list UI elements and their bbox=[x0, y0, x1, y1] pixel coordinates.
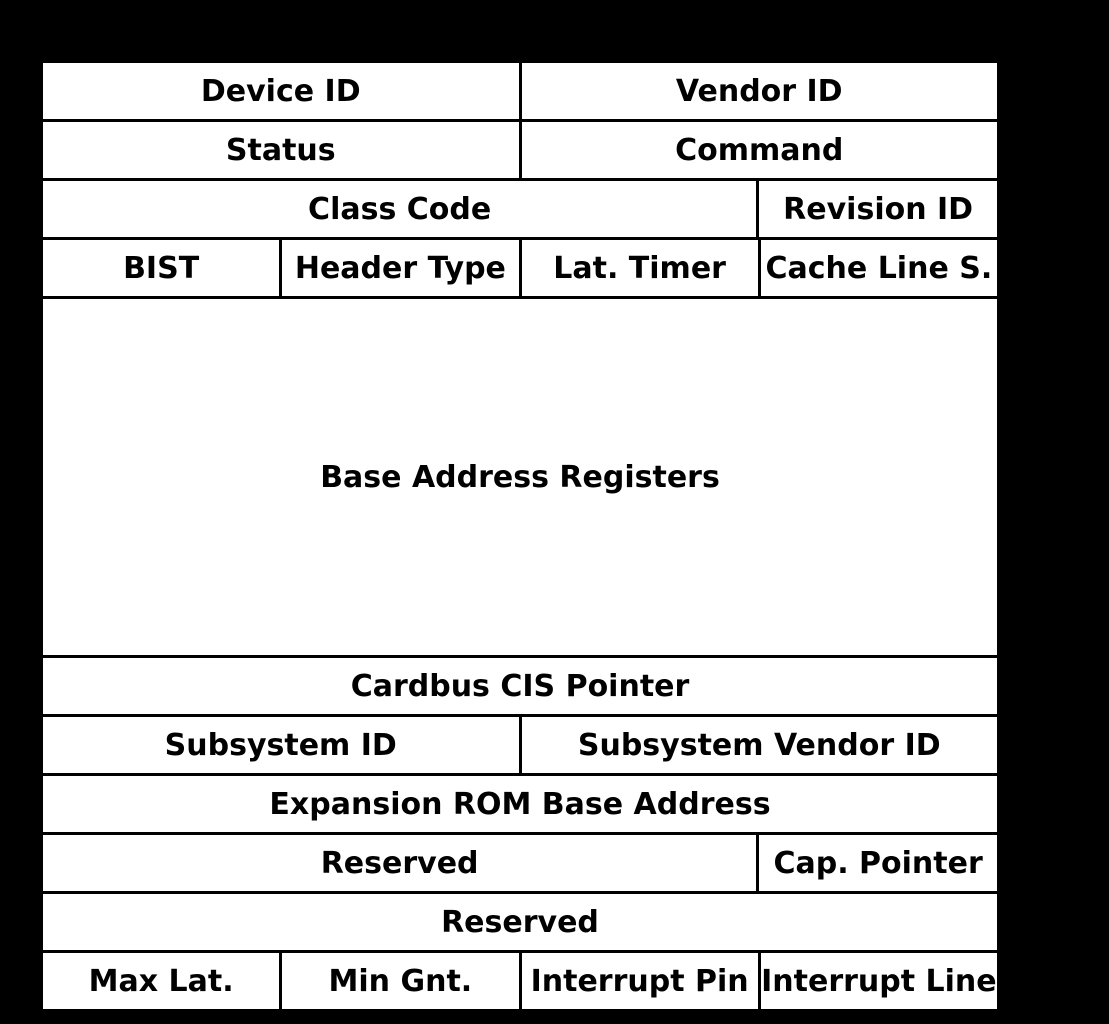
register-row: Expansion ROM Base Address bbox=[40, 776, 1000, 835]
register-cell: Cardbus CIS Pointer bbox=[40, 655, 1000, 717]
register-cell: Subsystem ID bbox=[40, 714, 522, 776]
register-cell: Max Lat. bbox=[40, 950, 282, 1012]
register-row: Class CodeRevision ID bbox=[40, 181, 1000, 240]
register-cell: Cap. Pointer bbox=[756, 832, 1000, 894]
register-row: ReservedCap. Pointer bbox=[40, 835, 1000, 894]
register-cell: Revision ID bbox=[756, 178, 1000, 240]
register-row: Cardbus CIS Pointer bbox=[40, 658, 1000, 717]
register-row: StatusCommand bbox=[40, 122, 1000, 181]
register-row: Device IDVendor ID bbox=[40, 60, 1000, 122]
register-cell: Vendor ID bbox=[519, 60, 1001, 122]
register-cell: BIST bbox=[40, 237, 282, 299]
register-cell: Interrupt Line bbox=[758, 950, 1000, 1012]
register-cell: Status bbox=[40, 119, 522, 181]
register-cell: Command bbox=[519, 119, 1001, 181]
register-row: Reserved bbox=[40, 894, 1000, 953]
register-cell: Reserved bbox=[40, 832, 759, 894]
register-row: Base Address Registers bbox=[40, 299, 1000, 658]
register-cell: Expansion ROM Base Address bbox=[40, 773, 1000, 835]
register-cell: Min Gnt. bbox=[279, 950, 521, 1012]
register-cell: Class Code bbox=[40, 178, 759, 240]
register-cell: Cache Line S. bbox=[758, 237, 1000, 299]
register-cell: Device ID bbox=[40, 60, 522, 122]
register-row: Max Lat.Min Gnt.Interrupt PinInterrupt L… bbox=[40, 953, 1000, 1012]
register-row: BISTHeader TypeLat. TimerCache Line S. bbox=[40, 240, 1000, 299]
register-cell: Interrupt Pin bbox=[519, 950, 761, 1012]
register-row: Subsystem IDSubsystem Vendor ID bbox=[40, 717, 1000, 776]
pci-config-header-diagram: Device IDVendor IDStatusCommandClass Cod… bbox=[40, 60, 1000, 1012]
register-cell: Lat. Timer bbox=[519, 237, 761, 299]
register-cell: Reserved bbox=[40, 891, 1000, 953]
register-cell: Subsystem Vendor ID bbox=[519, 714, 1001, 776]
register-cell: Base Address Registers bbox=[40, 296, 1000, 658]
register-cell: Header Type bbox=[279, 237, 521, 299]
